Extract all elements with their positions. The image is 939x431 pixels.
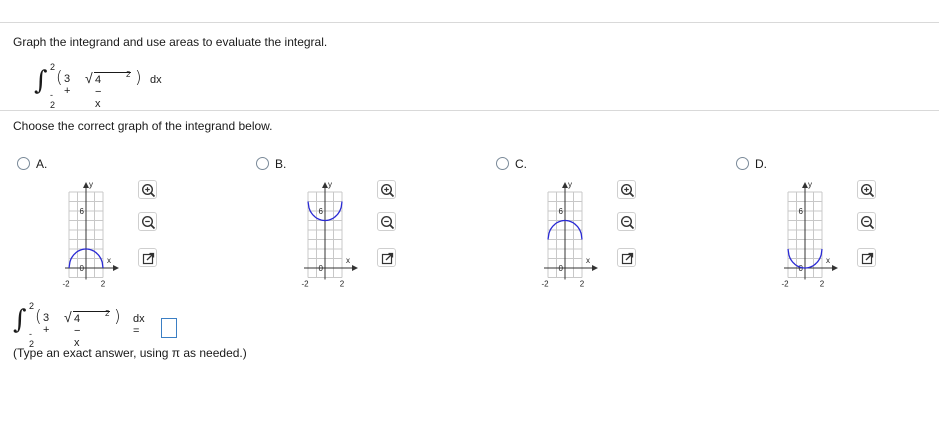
option-b-label: B. [275,157,287,171]
zoom-out-glyph [141,215,156,230]
option-a-radio[interactable] [17,157,30,170]
option-b-radio[interactable] [256,157,269,170]
answer-input[interactable] [161,318,177,338]
y-tick-label: 0 [799,264,804,273]
zoom-in-icon[interactable] [857,180,876,199]
x-axis-arrow-icon [832,265,838,271]
integral-sign: ∫ [34,66,48,96]
zoom-in-glyph [380,183,395,198]
y-axis-label: y [328,180,332,189]
integral-upper-limit: 2 [50,62,56,72]
expand-icon[interactable] [617,248,636,267]
option-c-radio[interactable] [496,157,509,170]
answer-equals: dx = [133,313,145,337]
x-tick-label: 2 [340,280,345,289]
zoom-in-icon[interactable] [617,180,636,199]
expand-icon[interactable] [857,248,876,267]
zoom-out-glyph [380,215,395,230]
magnifier-handle [389,192,395,198]
magnifier-handle [150,192,156,198]
zoom-in-icon[interactable] [377,180,396,199]
x-axis-label: x [826,256,830,265]
zoom-out-icon[interactable] [617,212,636,231]
option-d-label: D. [755,157,767,171]
expand-glyph [142,252,155,265]
integral-lower-limit: - 2 [50,90,56,110]
option-a-label: A. [36,157,48,171]
answer-hint: (Type an exact answer, using π as needed… [13,346,247,360]
magnifier-handle [869,224,875,230]
expand-glyph [861,252,874,265]
close-paren: ) [135,68,142,88]
integrand-exponent: 2 [105,309,110,318]
integrand-constant: 3 + [43,312,50,336]
magnifier-handle [629,192,635,198]
open-paren: ( [56,68,63,88]
section-divider [0,110,939,111]
y-tick-label: 6 [799,207,804,216]
x-axis-label: x [346,256,350,265]
y-tick-label: 0 [80,264,85,273]
integrand-radicand: 4 − x [95,74,102,110]
zoom-out-icon[interactable] [377,212,396,231]
zoom-in-icon[interactable] [138,180,157,199]
expand-glyph [621,252,634,265]
x-axis-arrow-icon [352,265,358,271]
x-axis-arrow-icon [113,265,119,271]
x-tick-label: 2 [101,280,106,289]
graph-instruction: Choose the correct graph of the integran… [13,119,273,133]
option-a-graph: y x 6 0 -2 2 [62,180,119,289]
x-tick-label: 2 [820,280,825,289]
x-axis-arrow-icon [592,265,598,271]
zoom-out-glyph [860,215,875,230]
magnifier-handle [389,224,395,230]
x-tick-label: -2 [541,280,549,289]
open-paren: ( [35,307,42,327]
x-tick-label: -2 [62,280,70,289]
x-tick-label: -2 [781,280,789,289]
magnifier-handle [869,192,875,198]
y-tick-label: 6 [319,207,324,216]
option-b-graph: y x 6 0 -2 2 [301,180,358,289]
x-axis-label: x [107,256,111,265]
y-tick-label: 6 [559,207,564,216]
magnifier-handle [629,224,635,230]
option-c-label: C. [515,157,527,171]
integrand-constant: 3 + [64,73,71,97]
expand-icon[interactable] [377,248,396,267]
option-d-radio[interactable] [736,157,749,170]
magnifier-handle [150,224,156,230]
y-tick-label: 6 [80,207,85,216]
integral-upper-limit: 2 [29,301,35,311]
y-axis-label: y [89,180,93,189]
x-tick-label: 2 [580,280,585,289]
sqrt-icon: √ [85,70,93,86]
x-tick-label: -2 [301,280,309,289]
expand-glyph [381,252,394,265]
y-axis-label: y [568,180,572,189]
zoom-out-icon[interactable] [857,212,876,231]
close-paren: ) [114,307,121,327]
integrand-exponent: 2 [126,70,131,79]
y-tick-label: 0 [559,264,564,273]
zoom-in-glyph [141,183,156,198]
option-c-graph: y x 6 0 -2 2 [541,180,598,289]
zoom-out-glyph [620,215,635,230]
question-prompt: Graph the integrand and use areas to eva… [13,35,328,49]
expand-icon[interactable] [138,248,157,267]
zoom-out-icon[interactable] [138,212,157,231]
zoom-in-glyph [860,183,875,198]
x-axis-label: x [586,256,590,265]
option-d-graph: y x 6 0 -2 2 [781,180,838,289]
zoom-in-glyph [620,183,635,198]
top-divider [0,22,939,23]
sqrt-icon: √ [64,309,72,325]
integrand-radicand: 4 − x [74,313,81,349]
integral-differential: dx [150,74,162,86]
integral-sign: ∫ [13,305,27,335]
y-axis-label: y [808,180,812,189]
y-tick-label: 0 [319,264,324,273]
